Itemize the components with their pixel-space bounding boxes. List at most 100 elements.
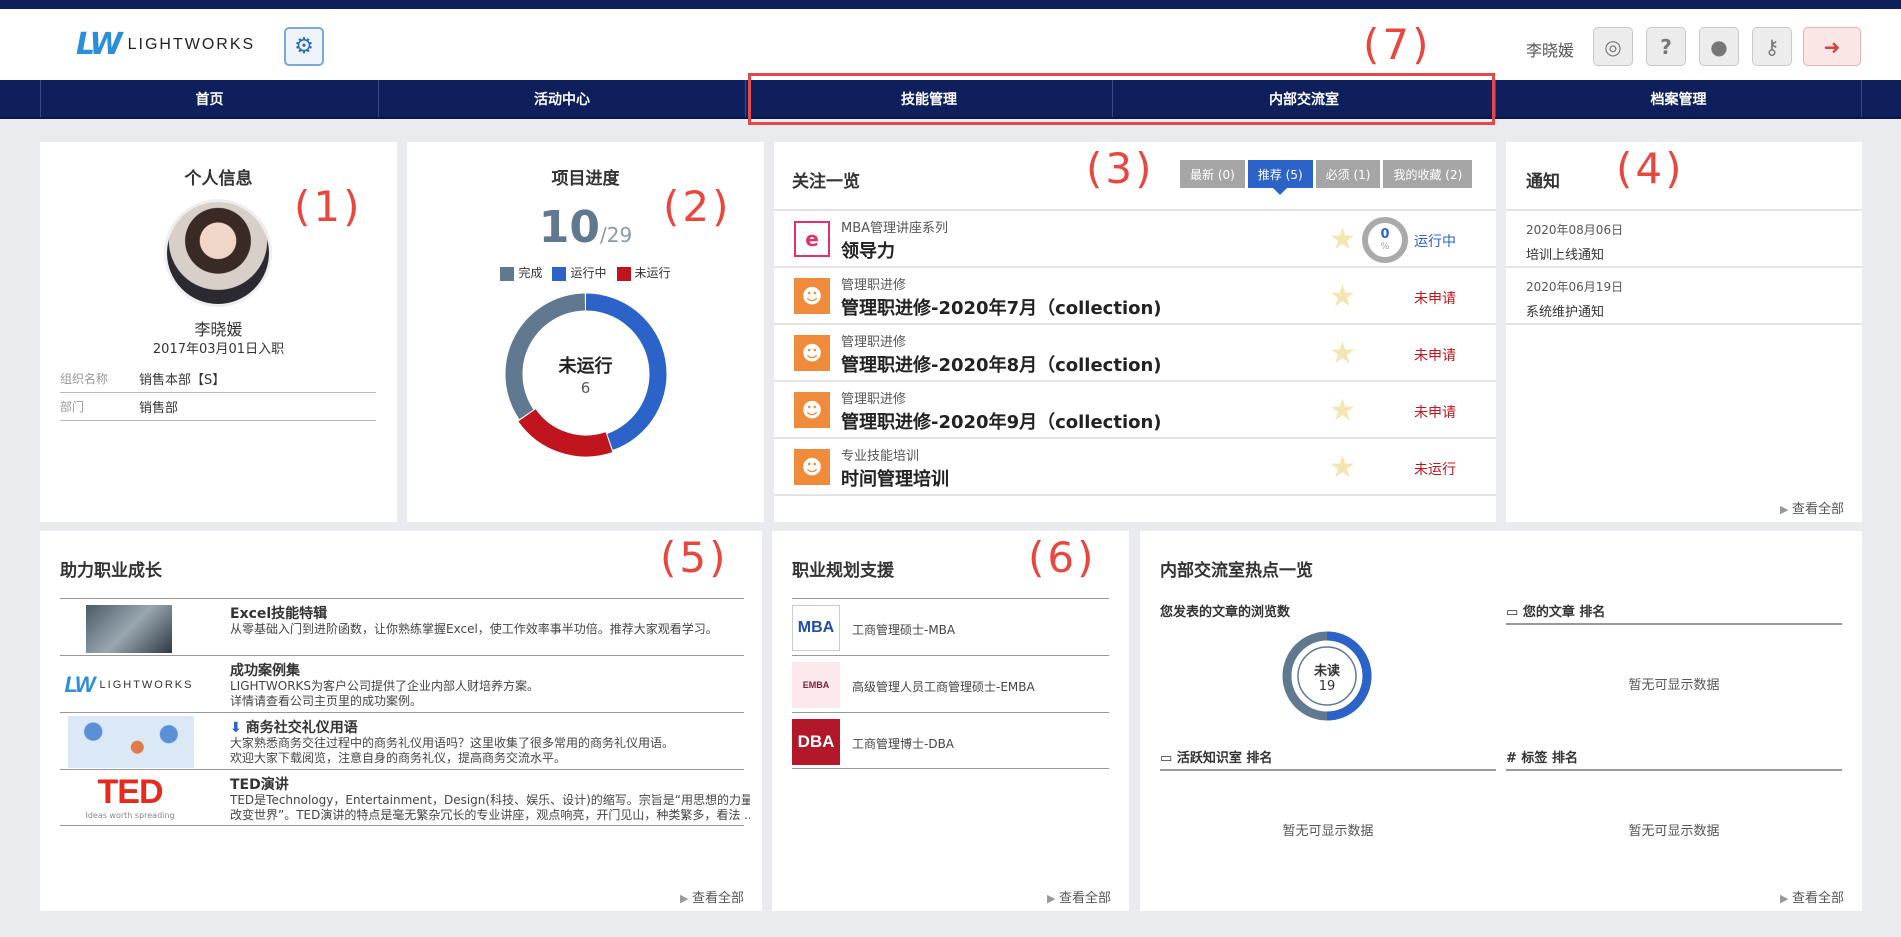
favorite-star-icon[interactable]: ★ [1329,450,1356,485]
item-label: 工商管理硕士-MBA [852,623,956,637]
donut-center-value: 6 [580,379,591,397]
globe-icon: ◎ [1604,34,1622,59]
legend-label: 未运行 [634,266,671,280]
settings-button[interactable]: ⚙ [284,27,324,66]
list-item[interactable]: ☻ 管理职进修 管理职进修-2020年9月（collection) ★ 未申请 [774,382,1496,439]
notice-date: 2020年06月19日 [1526,280,1624,294]
item-category: 管理职进修 [841,335,907,350]
tab-recommended[interactable]: 推荐 (5) [1247,160,1313,195]
item-status: 未运行 [1414,462,1456,478]
hot-title: 内部交流室热点一览 [1160,561,1313,581]
item-name: 领导力 [841,241,895,262]
logout-button[interactable]: ➜ [1803,27,1861,66]
item-category: 管理职进修 [841,278,907,293]
tab-required[interactable]: 必须 (1) [1315,160,1381,188]
progress-ring: 0 % [1362,217,1408,263]
profile-button[interactable]: ● [1699,27,1739,66]
list-item[interactable]: LW LIGHTWORKS 成功案例集 LIGHTWORKS为客户公司提供了企业内… [60,655,744,712]
legend-item: 未运行 [616,264,671,281]
logo-text: LIGHTWORKS [127,35,256,53]
business-etiquette-thumbnail [68,716,194,768]
list-item[interactable]: Excel技能特辑 从零基础入门到进阶函数，让你熟练掌握Excel，使工作效率事… [60,598,744,655]
no-data-text: 暂无可显示数据 [1628,824,1720,839]
logo[interactable]: LW LIGHTWORKS [76,27,255,62]
list-item[interactable]: e MBA管理讲座系列 领导力 ★ 0 % 运行中 [774,211,1496,268]
nav-home[interactable]: 首页 [41,80,379,117]
group-icon: ☻ [794,335,830,371]
list-item[interactable]: EMBA 高级管理人员工商管理硕士-EMBA [792,655,1109,712]
hot-topics-panel: 内部交流室热点一览 您发表的文章的浏览数 未读 19 ▭ 您的文章 排名 暂无可… [1140,531,1862,911]
annotation-6: (6) [1028,533,1097,582]
list-item[interactable]: ⬇ 商务社交礼仪用语 大家熟悉商务交往过程中的商务礼仪用语吗？这里收集了很多常用的… [60,712,744,769]
item-title: TED演讲 [230,777,289,793]
password-button[interactable]: ⚷ [1752,27,1792,66]
list-item[interactable]: MBA 工商管理硕士-MBA [792,598,1109,655]
legend-swatch [616,266,631,281]
annotation-4: (4) [1616,144,1685,193]
item-status: 未申请 [1414,291,1456,307]
view-all-link[interactable]: 查看全部 [1780,887,1844,906]
item-title: ⬇ 商务社交礼仪用语 [230,720,358,736]
notice-text: 系统维护通知 [1526,305,1605,320]
legend-item: 运行中 [552,264,607,281]
nav-spacer [0,80,41,117]
favorite-star-icon[interactable]: ★ [1329,222,1356,257]
favorite-star-icon[interactable]: ★ [1329,336,1356,371]
view-all-link[interactable]: 查看全部 [1780,498,1844,517]
item-name: 管理职进修-2020年8月（collection) [841,355,1162,376]
notice-item[interactable]: 2020年06月19日 系统维护通知 [1506,268,1862,325]
notice-panel: 通知 (4) 2020年08月06日 培训上线通知 2020年06月19日 系统维护… [1506,142,1862,522]
legend-label: 完成 [518,266,543,280]
annotation-3: (3) [1086,144,1155,193]
follow-tabs: 最新 (0) 推荐 (5) 必须 (1) 我的收藏 (2) [1180,160,1473,195]
no-data-text: 暂无可显示数据 [1282,824,1374,839]
item-name: 管理职进修-2020年7月（collection) [841,298,1162,319]
help-button[interactable]: ? [1646,27,1686,66]
download-icon[interactable]: ⬇ [230,720,242,736]
field-key: 组织名称 [60,372,109,386]
follow-panel: 关注一览 (3) 最新 (0) 推荐 (5) 必须 (1) 我的收藏 (2) e… [774,142,1496,522]
list-item[interactable]: TED Ideas worth spreading TED演讲 TED是Tech… [60,769,750,826]
view-all-link[interactable]: 查看全部 [1047,887,1111,906]
follow-title: 关注一览 [792,172,860,192]
progress-panel: 项目进度 10/29 完成 运行中 未运行 未运行 6 (2) [407,142,764,522]
elearning-icon: e [794,221,830,257]
top-strip [0,0,1901,9]
progress-percent: 0 [1380,227,1390,242]
lightworks-thumbnail: LW LIGHTWORKS [64,672,194,697]
legend-swatch [552,266,567,281]
field-value: 销售本部【S】 [139,373,226,388]
item-label: 高级管理人员工商管理硕士-EMBA [852,680,1035,694]
list-item[interactable]: ☻ 管理职进修 管理职进修-2020年8月（collection) ★ 未申请 [774,325,1496,382]
profile-fields: 组织名称 销售本部【S】 部门 销售部 [60,365,376,421]
window-icon: ▭ [1506,605,1523,620]
item-name: 时间管理培训 [841,469,949,490]
nav-records-management[interactable]: 档案管理 [1496,80,1862,117]
career-panel: 职业规划支援 (6) MBA 工商管理硕士-MBA EMBA 高级管理人员工商管… [772,531,1129,911]
tab-latest[interactable]: 最新 (0) [1180,160,1245,188]
item-title: Excel技能特辑 [230,606,328,622]
donut-value: 19 [1318,679,1336,694]
help-icon: ? [1660,34,1672,59]
annotation-5: (5) [660,533,729,582]
view-all-link[interactable]: 查看全部 [680,887,744,906]
highlight-box [748,73,1495,125]
tab-favorites[interactable]: 我的收藏 (2) [1383,160,1473,188]
growth-title: 助力职业成长 [60,561,162,581]
list-item[interactable]: ☻ 管理职进修 管理职进修-2020年7月（collection) ★ 未申请 [774,268,1496,325]
notice-text: 培训上线通知 [1526,248,1605,263]
annotation-7: (7) [1363,20,1432,69]
favorite-star-icon[interactable]: ★ [1329,279,1356,314]
tag-rank-header: # 标签 排名 [1506,747,1842,771]
favorite-star-icon[interactable]: ★ [1329,393,1356,428]
field-dept: 部门 销售部 [60,393,376,421]
list-item[interactable]: DBA 工商管理博士-DBA [792,712,1109,769]
notice-item[interactable]: 2020年08月06日 培训上线通知 [1506,211,1862,268]
room-rank-header: ▭ 活跃知识室 排名 [1160,747,1496,771]
language-button[interactable]: ◎ [1593,27,1633,66]
notice-list: 2020年08月06日 培训上线通知 2020年06月19日 系统维护通知 [1506,209,1862,325]
item-desc: 大家熟悉商务交往过程中的商务礼仪用语吗？这里收集了很多常用的商务礼仪用语。 欢迎大… [230,736,675,765]
nav-activity-center[interactable]: 活动中心 [379,80,746,117]
list-item[interactable]: ☻ 专业技能培训 时间管理培训 ★ 未运行 [774,439,1496,496]
group-icon: ☻ [794,278,830,314]
